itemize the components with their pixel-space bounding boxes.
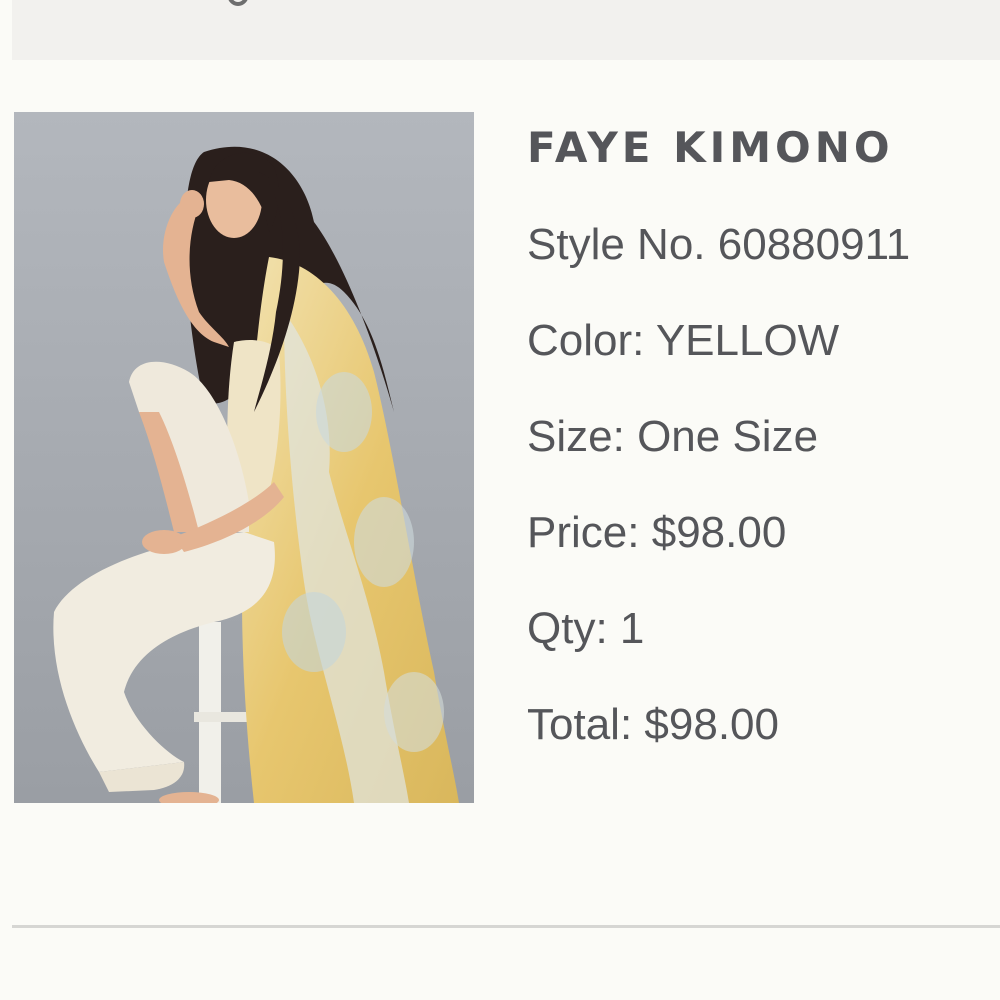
quantity-value: 1 (619, 604, 645, 653)
color-row: Color: YELLOW (527, 316, 839, 366)
header-banner (12, 0, 1000, 60)
order-item-page: FAYE KIMONO Style No. 60880911 Color: YE… (0, 0, 1000, 1000)
product-photo-illustration (14, 112, 474, 803)
product-image[interactable] (14, 112, 474, 803)
product-details: FAYE KIMONO Style No. 60880911 Color: YE… (527, 120, 997, 749)
size-label: Size: (527, 412, 625, 461)
quantity-row: Qty: 1 (527, 604, 644, 654)
size-row: Size: One Size (527, 412, 818, 462)
product-name[interactable]: FAYE KIMONO (527, 120, 997, 180)
header-text-fragment (207, 0, 259, 6)
total-row: Total: $98.00 (527, 700, 779, 750)
price-row: Price: $98.00 (527, 508, 786, 558)
color-value: YELLOW (655, 316, 840, 365)
price-label: Price: (527, 508, 640, 557)
style-number-value: 60880911 (717, 220, 911, 269)
price-value: $98.00 (651, 508, 787, 557)
size-value: One Size (637, 412, 819, 461)
total-value: $98.00 (644, 700, 779, 749)
section-divider (12, 925, 1000, 928)
style-number-label: Style No. (527, 220, 706, 269)
quantity-label: Qty: (527, 604, 608, 653)
total-label: Total: (527, 700, 633, 749)
color-label: Color: (527, 316, 645, 365)
style-number-row: Style No. 60880911 (527, 220, 910, 270)
